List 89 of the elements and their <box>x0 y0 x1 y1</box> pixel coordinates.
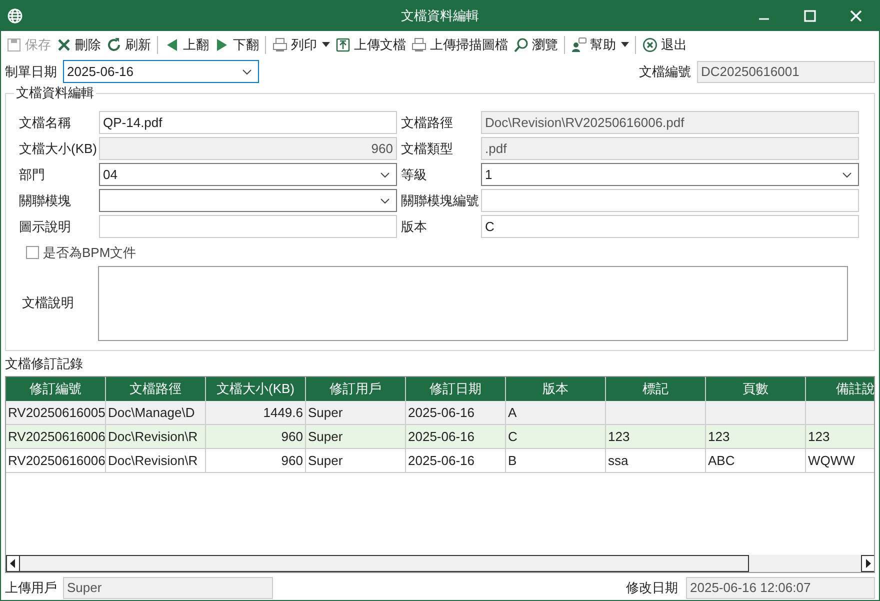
field-label: 等級 <box>401 166 428 184</box>
table-cell-text: 123 <box>708 428 730 446</box>
user-chat-icon <box>571 36 587 52</box>
floppy-icon <box>6 36 22 52</box>
table-cell-text: 2025-06-16 <box>408 428 474 446</box>
field-label: 文檔說明 <box>22 294 75 312</box>
checkbox-label: 是否為BPM文件 <box>43 244 136 262</box>
printer-icon <box>411 36 427 52</box>
table-cell-text: 2025-06-16 <box>408 452 474 470</box>
field-label: 文檔名稱 <box>19 114 72 132</box>
table-cell-text: WQWW <box>808 452 855 470</box>
table-cell-text: Doc\Revision\R <box>108 452 198 470</box>
chevron-icon <box>380 198 390 204</box>
text-area[interactable] <box>98 266 848 340</box>
table-row[interactable]: RV20250616005 Doc\Manage\D 1449.6 Super 2025-06-16 A <box>6 401 874 425</box>
dropdown-field[interactable]: 1 <box>481 163 859 186</box>
refresh-icon <box>106 36 122 52</box>
exit-icon <box>642 36 658 52</box>
toolbar-button[interactable]: 上翻 <box>163 34 210 56</box>
table-cell-text: 960 <box>281 428 303 446</box>
table-cell-text: 960 <box>281 452 303 470</box>
checkbox[interactable] <box>26 246 39 260</box>
table-cell-text: 123 <box>808 428 830 446</box>
chevron-icon <box>842 172 852 178</box>
input-field[interactable]: QP-14.pdf <box>99 111 397 134</box>
table-row[interactable]: RV20250616006 Doc\Revision\R 960 Super 2025-06-16 C 123 123 123 <box>6 425 874 449</box>
input-field[interactable] <box>99 215 397 238</box>
table-cell-text: C <box>508 428 518 446</box>
table-cell-text: ABC <box>708 452 735 470</box>
field-label: 圖示說明 <box>19 218 72 236</box>
field-label: 文檔路徑 <box>401 114 454 132</box>
caret-icon <box>621 42 629 47</box>
toolbar-button[interactable]: 退出 <box>641 34 688 56</box>
table-cell-text: Super <box>308 452 343 470</box>
field-label: 文檔類型 <box>401 140 454 158</box>
section-title: 文檔修訂記錄 <box>5 355 84 373</box>
globe-icon <box>7 8 23 24</box>
field-label: 上傳用戶 <box>5 579 57 598</box>
input-field[interactable]: 960 <box>99 137 397 160</box>
search-icon <box>513 36 529 52</box>
field-label: 關聯模塊 <box>19 192 72 210</box>
dropdown-button[interactable]: 列印 <box>271 34 331 56</box>
table-cell-text: A <box>508 404 517 422</box>
table-cell-text: Doc\Manage\D <box>108 404 195 422</box>
field-label: 文檔編號 <box>639 62 691 81</box>
field-label: 修改日期 <box>626 579 678 598</box>
chevron-icon <box>242 68 252 74</box>
date-picker[interactable]: 2025-06-16 <box>63 60 259 83</box>
table-cell-text: 123 <box>608 428 630 446</box>
group-title: 文檔資料編輯 <box>14 85 96 101</box>
field-label: 版本 <box>401 218 428 236</box>
delete-icon <box>56 36 72 52</box>
chevron-icon <box>380 172 390 178</box>
table-cell-text: 2025-06-16 <box>408 404 474 422</box>
table-cell-text: RV20250616005 <box>8 404 105 422</box>
input-field[interactable] <box>481 189 859 212</box>
table-cell-text: ssa <box>608 452 628 470</box>
field-label: 制單日期 <box>5 62 57 81</box>
table-cell-text: B <box>508 452 517 470</box>
table-row[interactable]: RV20250616006 Doc\Revision\R 960 Super 2025-06-16 B ssa ABC WQWW <box>6 449 874 473</box>
dropdown-field[interactable]: 04 <box>99 163 397 186</box>
toolbar-button[interactable]: 刷新 <box>105 34 152 56</box>
table-cell-text: 1449.6 <box>263 404 303 422</box>
input-field[interactable]: DC20250616001 <box>697 60 875 82</box>
input-field[interactable]: 2025-06-16 12:06:07 <box>686 577 875 599</box>
input-field[interactable]: .pdf <box>481 137 859 160</box>
caret-icon <box>322 42 330 47</box>
input-field[interactable]: Doc\Revision\RV20250616006.pdf <box>481 111 859 134</box>
dropdown-field[interactable] <box>99 189 397 212</box>
input-field[interactable]: C <box>481 215 859 238</box>
horizontal-scrollbar[interactable] <box>6 555 874 572</box>
toolbar-button[interactable]: 上傳文檔 <box>334 34 407 56</box>
toolbar-button[interactable]: 上傳掃描圖檔 <box>410 34 509 56</box>
field-label: 關聯模塊編號 <box>401 192 480 210</box>
input-field[interactable]: Super <box>63 577 273 599</box>
table-cell-text: Doc\Revision\R <box>108 428 198 446</box>
upload-icon <box>335 36 351 52</box>
field-label: 文檔大小(KB) <box>19 140 98 158</box>
table-cell-text: Super <box>308 404 343 422</box>
printer-icon <box>272 36 288 52</box>
table-cell-text: RV20250616006 <box>8 452 105 470</box>
field-label: 部門 <box>19 166 46 184</box>
toolbar-button[interactable]: 刪除 <box>55 34 102 56</box>
table-cell-text: Super <box>308 428 343 446</box>
dropdown-button[interactable]: 幫助 <box>570 34 630 56</box>
toolbar-button[interactable]: 瀏覽 <box>512 34 559 56</box>
toolbar-button[interactable]: 下翻 <box>213 34 260 56</box>
table-cell-text: RV20250616006 <box>8 428 105 446</box>
window-title: 文檔資料編輯 <box>401 6 479 25</box>
